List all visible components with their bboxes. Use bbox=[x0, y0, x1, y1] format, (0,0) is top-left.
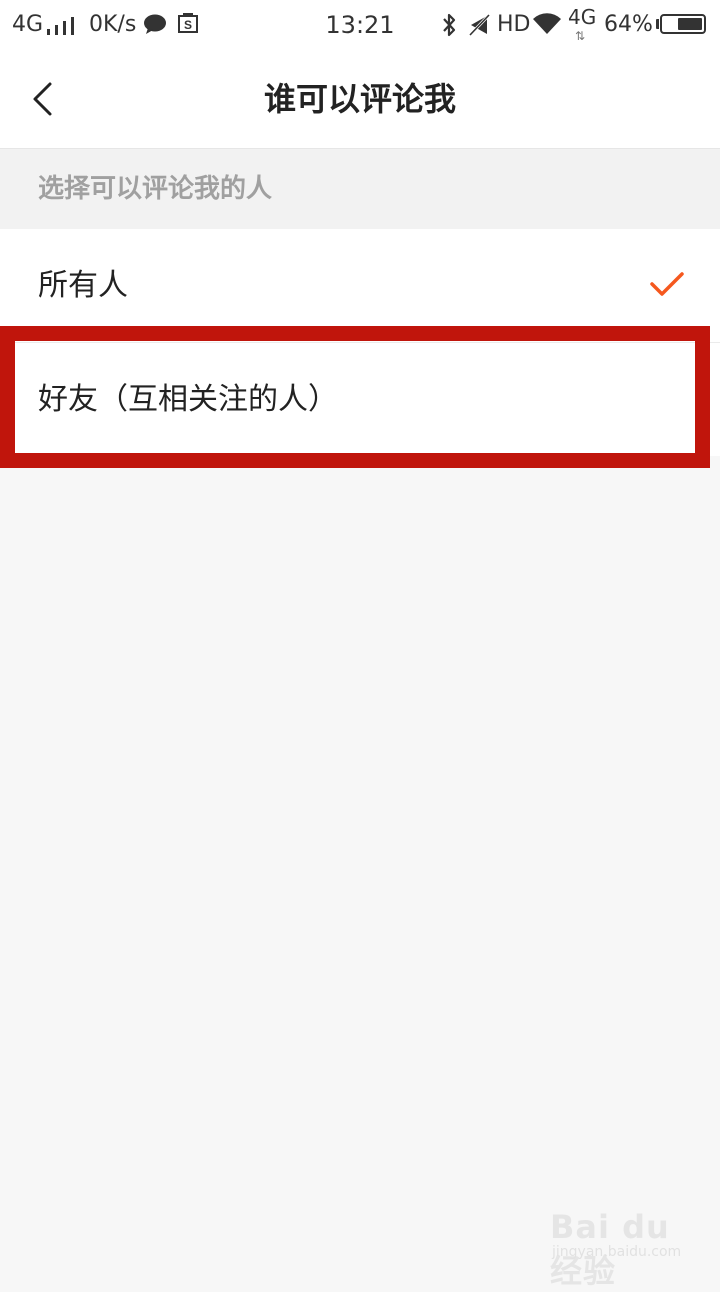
status-bar: 4G 0K/s S 13:21 HD 4G ⇅ 64% bbox=[0, 0, 720, 50]
bluetooth-icon bbox=[443, 13, 456, 37]
options-list: 所有人 好友（互相关注的人） bbox=[0, 229, 720, 456]
battery-tip bbox=[656, 19, 659, 29]
hd-indicator: HD bbox=[497, 12, 531, 37]
checkmark-icon bbox=[650, 272, 684, 296]
option-label: 好友（互相关注的人） bbox=[38, 382, 338, 417]
option-everyone[interactable]: 所有人 bbox=[0, 229, 720, 342]
battery-fill bbox=[678, 18, 702, 30]
baidu-jingyan-watermark: Bai du 经验 jingyan.baidu.com bbox=[550, 1200, 690, 1290]
data-arrows-icon: ⇅ bbox=[575, 29, 586, 43]
option-label: 所有人 bbox=[38, 268, 128, 303]
section-label: 选择可以评论我的人 bbox=[38, 174, 273, 204]
watermark-url: jingyan.baidu.com bbox=[552, 1244, 682, 1260]
section-header: 选择可以评论我的人 bbox=[0, 149, 720, 229]
wifi-icon bbox=[533, 13, 561, 35]
battery-icon bbox=[660, 14, 706, 34]
nav-bar: 谁可以评论我 bbox=[0, 50, 720, 149]
back-arrow-icon[interactable] bbox=[22, 72, 66, 126]
option-friends[interactable]: 好友（互相关注的人） bbox=[0, 342, 720, 456]
vibrate-mute-icon bbox=[468, 13, 491, 37]
battery-percent: 64% bbox=[604, 12, 653, 37]
page-title: 谁可以评论我 bbox=[263, 80, 456, 118]
